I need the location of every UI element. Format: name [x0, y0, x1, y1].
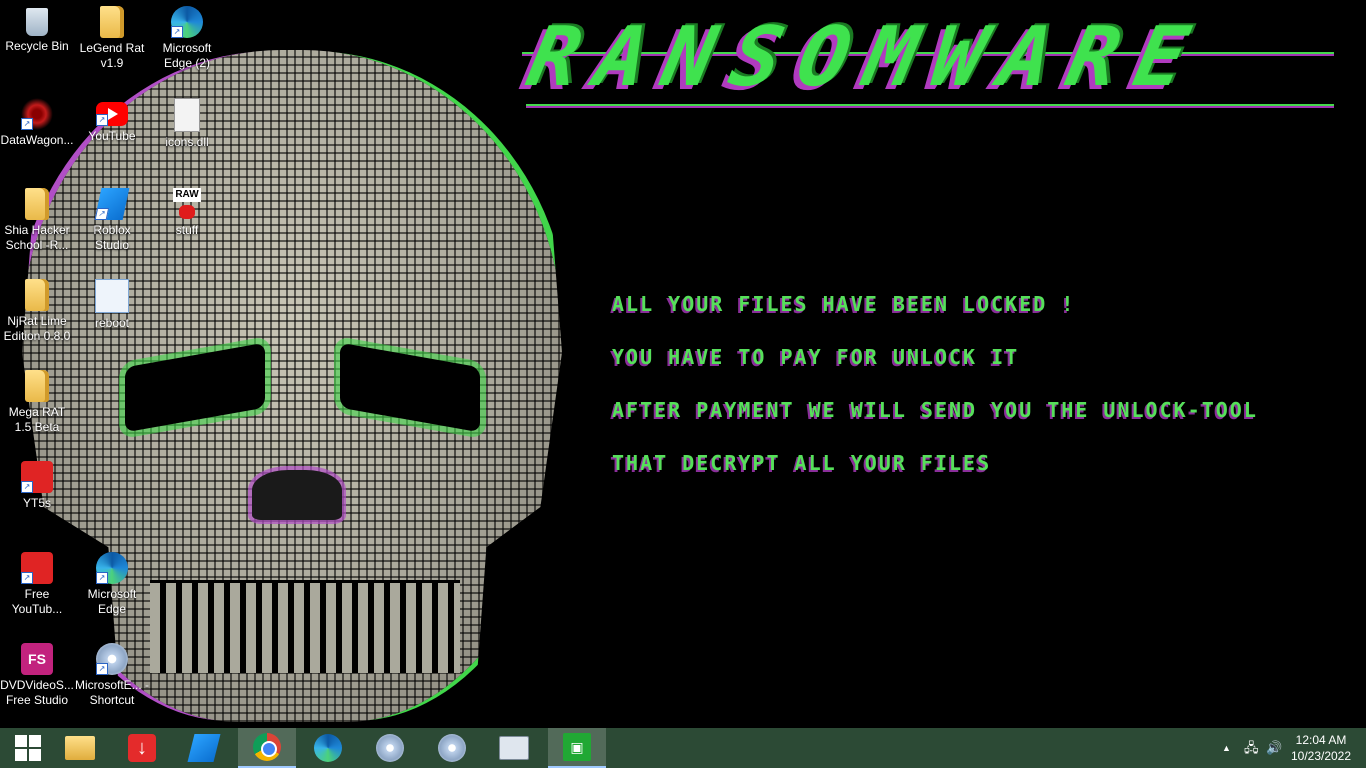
desktop-icon-dvdvideosoft[interactable]: FS DVDVideoS... Free Studio: [0, 643, 74, 708]
desktop-icon-label: Microsoft Edge (2): [162, 41, 212, 70]
edge-icon: ↗: [96, 552, 128, 584]
desktop-icon-njrat-lime[interactable]: NjRat Lime Edition 0.8.0: [0, 279, 74, 344]
shortcut-arrow-icon: ↗: [94, 208, 110, 220]
store-icon: ▣: [563, 733, 591, 761]
shortcut-arrow-icon: ↗: [21, 572, 33, 584]
ransom-message-line-3: AFTER PAYMENT WE WILL SEND YOU THE UNLOC…: [612, 398, 1258, 422]
clock-date: 10/23/2022: [1290, 749, 1352, 763]
taskbar-free-youtube-download[interactable]: ↓: [114, 728, 170, 768]
skull-nose: [252, 470, 342, 520]
raw-image-icon: RAW: [171, 188, 203, 220]
desktop-icon-label: NjRat Lime Edition 0.8.0: [3, 314, 71, 343]
datawagon-icon: ↗: [21, 98, 53, 130]
desktop-icon-label: Shia Hacker School -R...: [4, 223, 70, 252]
raw-splat-shape: [179, 205, 195, 219]
desktop-icon-datawagon[interactable]: ↗ DataWagon...: [0, 98, 74, 148]
folder-icon: [25, 188, 49, 220]
chrome-icon: [253, 733, 281, 761]
disc-icon: [376, 734, 404, 762]
ransom-message-line-1: ALL YOUR FILES HAVE BEEN LOCKED !: [612, 292, 1076, 316]
taskbar-monitor-app[interactable]: [486, 728, 542, 768]
taskbar-disc-app-1[interactable]: [362, 728, 418, 768]
ransom-message-line-4: THAT DECRYPT ALL YOUR FILES: [612, 451, 992, 475]
desktop-icon-roblox-studio[interactable]: ↗ Roblox Studio: [75, 188, 149, 253]
desktop-icon-label: DVDVideoS... Free Studio: [0, 678, 74, 707]
monitor-icon: [499, 736, 529, 760]
ransom-message-line-2: YOU HAVE TO PAY FOR UNLOCK IT: [612, 345, 1020, 369]
youtube-icon: ↗: [96, 102, 128, 126]
ransomware-title: RANSOMWARE: [519, 10, 1214, 105]
desktop-icon-youtube[interactable]: ↗ YouTube: [75, 98, 149, 144]
dll-file-icon: [174, 98, 200, 132]
desktop-icon-label: Free YouTub...: [11, 587, 63, 616]
shortcut-arrow-icon: ↗: [171, 26, 183, 38]
dvd-video-soft-icon: FS: [21, 643, 53, 675]
desktop-icon-label: LeGend Rat v1.9: [79, 41, 145, 70]
desktop-icon-label: MicrosoftE... - Shortcut: [75, 678, 150, 707]
taskbar-chrome[interactable]: [238, 728, 296, 768]
desktop-icon-label: Recycle Bin: [5, 39, 69, 53]
taskbar-roblox-studio[interactable]: [176, 728, 232, 768]
edge-icon: [314, 734, 342, 762]
disc-icon: [438, 734, 466, 762]
file-explorer-icon: [65, 736, 95, 760]
desktop-icon-yt5s[interactable]: ↗ YT5s: [0, 461, 74, 511]
network-icon[interactable]: 🖧: [1244, 740, 1259, 756]
taskbar-edge[interactable]: [300, 728, 356, 768]
desktop-icon-microsoft-edge[interactable]: ↗ Microsoft Edge: [75, 552, 149, 617]
start-button[interactable]: [0, 728, 56, 768]
desktop-icon-microsofte-shortcut[interactable]: ↗ MicrosoftE... - Shortcut: [75, 643, 149, 708]
desktop-icon-reboot[interactable]: reboot: [75, 279, 149, 331]
desktop-icon-legend-rat[interactable]: LeGend Rat v1.9: [75, 6, 149, 71]
recycle-bin-icon: [26, 8, 48, 36]
desktop-icon-free-youtube[interactable]: ↗ Free YouTub...: [0, 552, 74, 617]
skull-teeth: [150, 580, 460, 673]
roblox-studio-icon: [187, 734, 221, 762]
desktop-icon-microsoft-edge-2[interactable]: ↗ Microsoft Edge (2): [150, 6, 224, 71]
raw-badge: RAW: [173, 188, 201, 202]
desktop-icon-label: YT5s: [22, 496, 51, 510]
desktop-icon-label: reboot: [94, 316, 130, 330]
desktop-icon-recycle-bin[interactable]: Recycle Bin: [0, 6, 74, 54]
windows-start-icon: [15, 735, 41, 761]
desktop-icon-shia-hacker-school[interactable]: Shia Hacker School -R...: [0, 188, 74, 253]
taskbar: ↓ ▣ ▲ 🖧 🔊 12:04 AM 10/23/2022: [0, 728, 1366, 768]
shortcut-arrow-icon: ↗: [21, 118, 33, 130]
free-youtube-download-icon: ↗: [21, 552, 53, 584]
desktop-icon-label: Mega RAT 1.5 Beta: [8, 405, 66, 434]
clock-time: 12:04 AM: [1295, 733, 1347, 747]
download-arrow-icon: ↓: [128, 734, 156, 762]
desktop-icon-label: Roblox Studio: [93, 223, 131, 252]
desktop-icon-label: stuff: [175, 223, 199, 237]
desktop-icon-label: Microsoft Edge: [87, 587, 137, 616]
desktop-icon-label: YouTube: [88, 129, 136, 143]
shortcut-arrow-icon: ↗: [21, 481, 33, 493]
desktop-icon-stuff[interactable]: RAW stuff: [150, 188, 224, 238]
desktop-icon-label: DataWagon...: [0, 133, 74, 147]
clock[interactable]: 12:04 AM 10/23/2022: [1288, 732, 1354, 764]
ransomware-banner: RANSOMWARE: [519, 8, 1337, 108]
desktop-icon-icons-dll[interactable]: icons.dll: [150, 98, 224, 150]
disc-shortcut-icon: ↗: [96, 643, 128, 675]
shortcut-arrow-icon: ↗: [96, 572, 108, 584]
reboot-icon: [95, 279, 129, 313]
show-hidden-icons-chevron-icon[interactable]: ▲: [1222, 740, 1231, 756]
shortcut-arrow-icon: ↗: [96, 663, 108, 675]
roblox-studio-icon: ↗: [94, 188, 130, 220]
system-tray: ▲ 🖧 🔊 12:04 AM 10/23/2022: [1206, 728, 1366, 768]
volume-icon[interactable]: 🔊: [1266, 740, 1282, 756]
shortcut-arrow-icon: ↗: [96, 114, 108, 126]
folder-icon: [100, 6, 124, 38]
taskbar-file-explorer[interactable]: [52, 728, 108, 768]
taskbar-store[interactable]: ▣: [548, 728, 606, 768]
folder-icon: [25, 370, 49, 402]
banner-line-bottom: [526, 104, 1334, 106]
taskbar-disc-app-2[interactable]: [424, 728, 480, 768]
folder-icon: [25, 279, 49, 311]
desktop-icon-mega-rat[interactable]: Mega RAT 1.5 Beta: [0, 370, 74, 435]
desktop-icon-label: icons.dll: [165, 135, 209, 149]
desktop: RANSOMWARE ALL YOUR FILES HAVE BEEN LOCK…: [0, 0, 1366, 728]
yt5s-icon: ↗: [21, 461, 53, 493]
edge-icon: ↗: [171, 6, 203, 38]
